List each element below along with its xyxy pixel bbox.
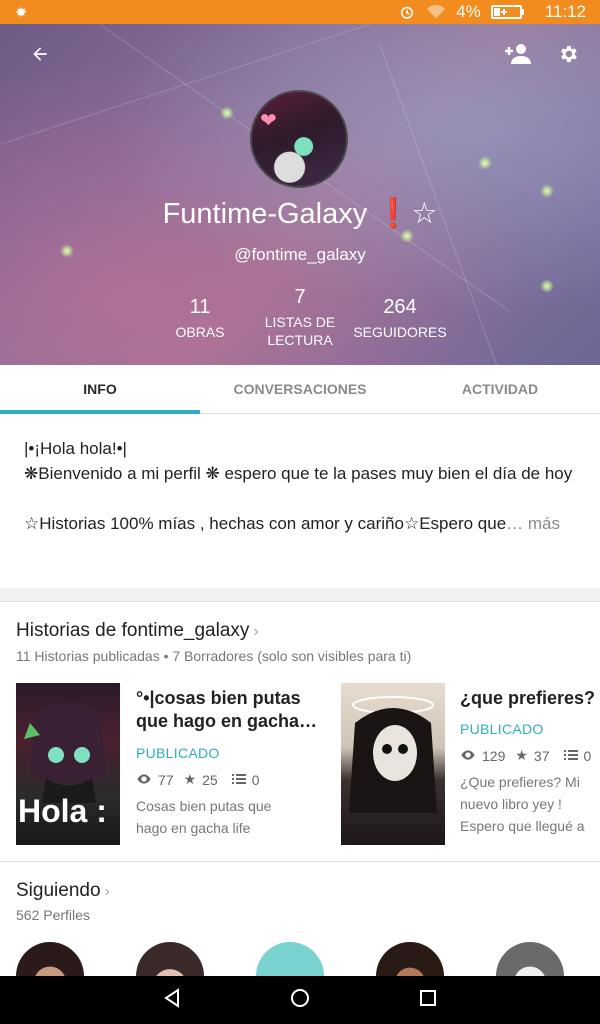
username: @fontime_galaxy: [234, 245, 366, 264]
background-star: [478, 156, 492, 170]
following-title-text: Siguiendo: [16, 880, 101, 901]
story-cover-art: [349, 696, 437, 813]
story-status: PUBLICADO: [136, 745, 220, 761]
story-title[interactable]: °•|cosas bien putas que hago en gacha…: [136, 687, 326, 733]
stories-title-text: Historias de fontime_galaxy: [16, 620, 250, 641]
stat-followers[interactable]: 264 SEGUIDORES: [350, 296, 450, 341]
following-section-title[interactable]: Siguiendo ›: [16, 880, 110, 902]
reads-count: 77: [158, 771, 174, 788]
tab-conversations[interactable]: CONVERSACIONES: [200, 365, 400, 413]
stat-value: 264: [383, 296, 417, 318]
follow-user-button[interactable]: [496, 34, 540, 78]
following-count: 562 Perfiles: [16, 907, 90, 923]
heart-icon: ❤: [260, 110, 277, 132]
story-cover[interactable]: Hola :: [16, 683, 120, 845]
circle-home-icon: [290, 988, 310, 1013]
android-nav-bar: [0, 976, 600, 1024]
settings-notification-icon: [14, 5, 28, 19]
section-divider: [0, 588, 600, 602]
about-section[interactable]: |•¡Hola hola!•| ❋Bienvenido a mi perfil …: [0, 414, 600, 588]
star-icon: ★: [183, 771, 197, 787]
about-text: ☆Historias 100% mías , hechas con amor y…: [24, 514, 507, 533]
status-bar: 4% 11:12: [0, 0, 600, 24]
tab-info[interactable]: INFO: [0, 365, 200, 414]
story-stats: 77 ★ 25 0: [136, 771, 260, 788]
battery-percent: 4%: [456, 2, 481, 21]
parts-count: 0: [251, 771, 260, 788]
votes-count: 37: [533, 747, 550, 764]
stat-reading-lists[interactable]: 7 LISTAS DE LECTURA: [250, 286, 350, 349]
display-name: Funtime-Galaxy ❗☆: [162, 198, 438, 230]
add-user-icon: [504, 42, 532, 71]
background-star: [400, 229, 414, 243]
list-icon: [231, 772, 246, 788]
profile-stats: 11 OBRAS 7 LISTAS DE LECTURA 264 SEGUIDO…: [0, 284, 600, 354]
about-line: |•¡Hola hola!•|: [24, 439, 127, 458]
story-description: Cosas bien putas que hago en gacha life: [136, 798, 272, 836]
read-more-link[interactable]: … más: [506, 514, 560, 533]
story-stats: 129 ★ 37 0: [460, 747, 591, 764]
star-icon: ★: [515, 747, 528, 763]
back-button[interactable]: [18, 34, 62, 78]
about-line: ❋Bienvenido a mi perfil ❋ espero que te …: [24, 464, 573, 483]
cover-text: Hola :: [18, 793, 107, 829]
background-star: [220, 106, 234, 120]
stat-works[interactable]: 11 OBRAS: [160, 296, 240, 341]
story-cover[interactable]: [341, 683, 445, 845]
about-line: ☆Historias 100% mías , hechas con amor y…: [24, 511, 576, 536]
parts-count: 0: [583, 747, 592, 764]
stat-value: 11: [189, 296, 211, 318]
stories-subtitle: 11 Historias publicadas • 7 Borradores (…: [16, 648, 412, 664]
gear-icon: [557, 43, 579, 70]
nav-home-button[interactable]: [270, 976, 330, 1024]
profile-avatar[interactable]: ❤: [250, 90, 348, 188]
settings-button[interactable]: [546, 34, 590, 78]
square-recents-icon: [419, 989, 437, 1012]
about-spacer: [24, 486, 576, 511]
stat-label: OBRAS: [175, 324, 225, 340]
reads-count: 129: [482, 747, 506, 764]
alarm-icon: [398, 3, 416, 21]
tab-activity[interactable]: ACTIVIDAD: [400, 365, 600, 413]
chevron-right-icon: ›: [104, 883, 110, 900]
story-title[interactable]: ¿que prefieres?: [460, 687, 600, 710]
nav-back-button[interactable]: [142, 976, 202, 1024]
stat-label: LISTAS DE LECTURA: [264, 314, 336, 348]
wifi-icon: [426, 4, 446, 20]
chevron-right-icon: ›: [253, 623, 259, 640]
story-status: PUBLICADO: [460, 721, 544, 737]
story-description: ¿Que prefieres? Mi nuevo libro yey ! Esp…: [460, 774, 585, 834]
section-divider: [0, 861, 600, 862]
profile-header: ❤ Funtime-Galaxy ❗☆ @fontime_galaxy 11 O…: [0, 24, 600, 365]
profile-tabs: INFO CONVERSACIONES ACTIVIDAD: [0, 365, 600, 414]
list-icon: [563, 748, 578, 764]
nav-recents-button[interactable]: [398, 976, 458, 1024]
clock: 11:12: [544, 2, 586, 21]
eye-icon: [136, 772, 152, 788]
triangle-back-icon: [162, 987, 182, 1013]
arrow-left-icon: [30, 44, 50, 69]
votes-count: 25: [202, 771, 218, 788]
battery-icon: [490, 5, 525, 19]
stat-label: SEGUIDORES: [353, 324, 447, 340]
eye-icon: [460, 748, 476, 764]
stories-section-title[interactable]: Historias de fontime_galaxy ›: [16, 620, 259, 642]
stat-value: 7: [294, 286, 306, 308]
